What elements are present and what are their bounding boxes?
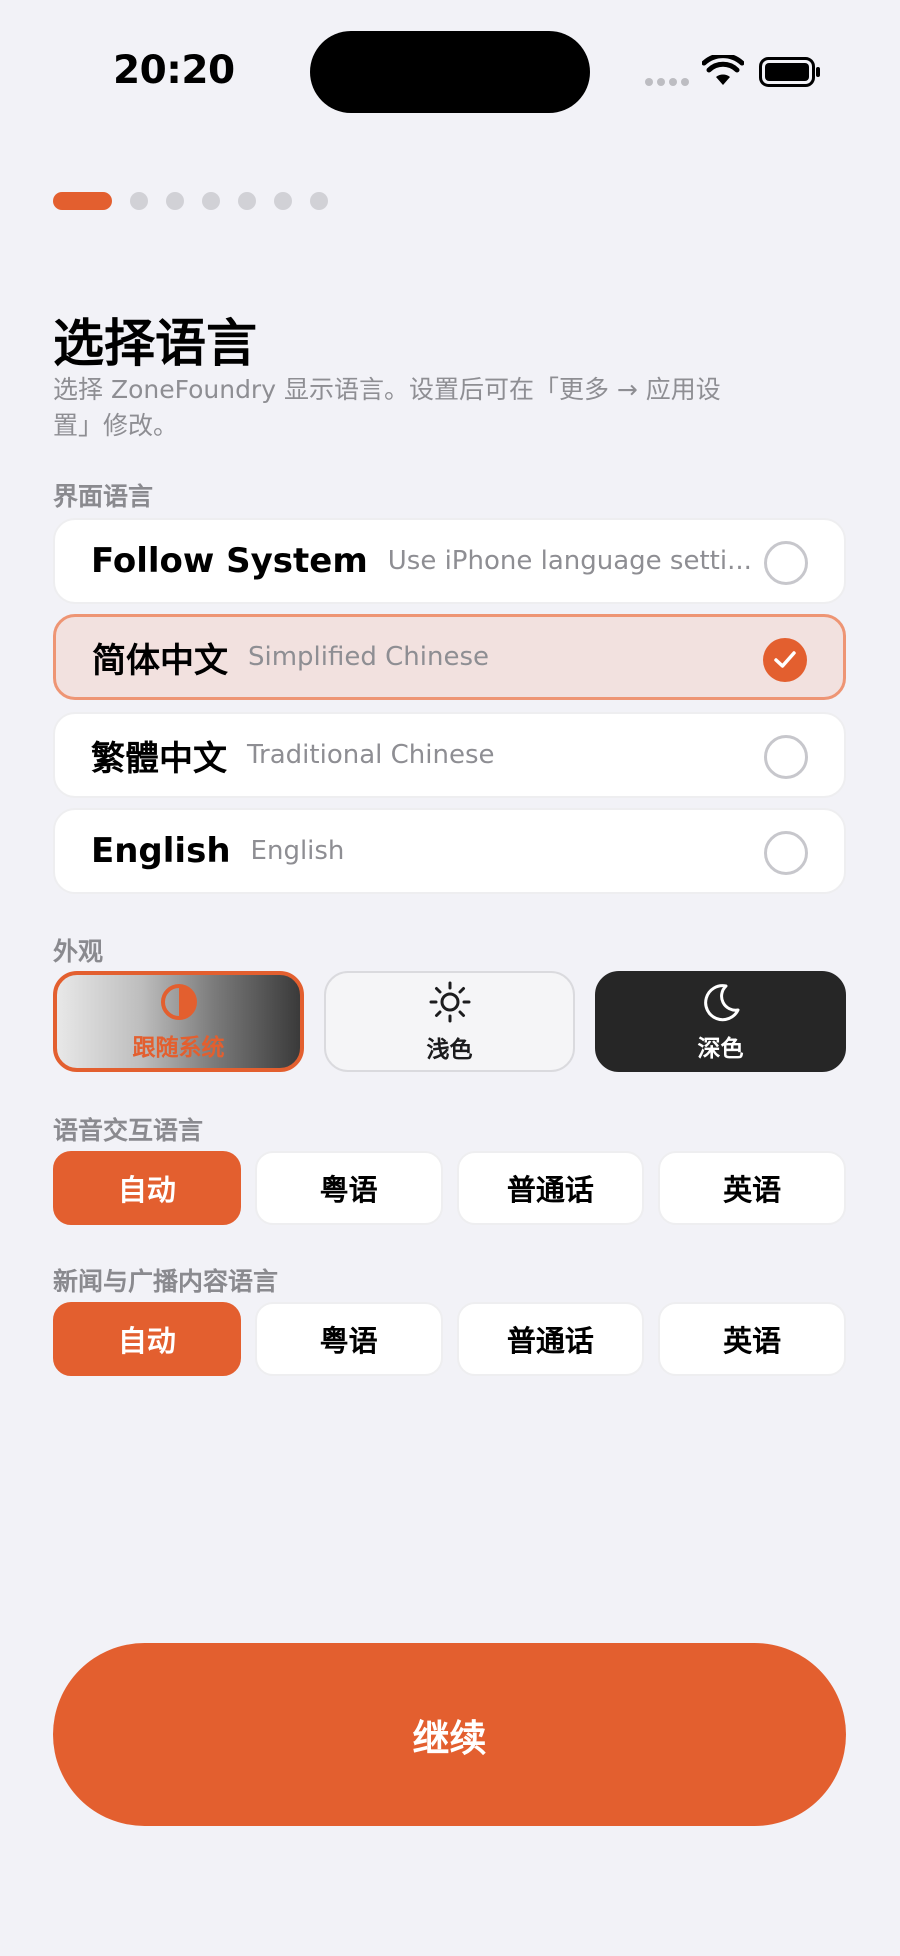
sun-icon [429,981,470,1022]
language-description: Use iPhone language setti... [387,546,752,576]
progress-dot [274,192,292,210]
language-option-traditional-chinese[interactable]: 繁體中文 Traditional Chinese [53,712,846,798]
language-description: English [250,836,345,866]
language-option-simplified-chinese[interactable]: 简体中文 Simplified Chinese [53,614,846,700]
appearance-option-label: 浅色 [426,1036,473,1063]
progress-dot [310,192,328,210]
page-subtitle: 选择 ZoneFoundry 显示语言。设置后可在「更多 → 应用设置」修改。 [53,375,721,440]
radio-unchecked-icon[interactable] [764,541,808,585]
progress-dot [238,192,256,210]
news-language-option-cantonese[interactable]: 粤语 [254,1302,443,1376]
appearance-light-button[interactable]: 浅色 [324,971,575,1072]
language-name: 简体中文 [92,640,228,681]
status-time: 20:20 [113,48,235,93]
language-option-english[interactable]: English English [53,808,846,894]
language-description: Simplified Chinese [248,642,490,672]
news-language-segmented-control: 自动 粤语 普通话 英语 [53,1302,846,1376]
voice-language-option-auto[interactable]: 自动 [53,1151,241,1225]
moon-icon [703,983,739,1021]
radio-unchecked-icon[interactable] [764,831,808,875]
voice-language-option-english[interactable]: 英语 [658,1151,846,1225]
voice-language-label: 语音交互语言 [53,1116,204,1145]
news-language-option-mandarin[interactable]: 普通话 [456,1302,645,1376]
language-option-follow-system[interactable]: Follow System Use iPhone language setti.… [53,518,846,604]
progress-dot [166,192,184,210]
interface-language-label: 界面语言 [53,482,154,511]
appearance-label: 外观 [53,937,104,966]
progress-dot-active [53,192,112,210]
progress-dot [202,192,220,210]
radio-unchecked-icon[interactable] [764,735,808,779]
news-language-option-english[interactable]: 英语 [658,1302,846,1376]
appearance-option-label: 跟随系统 [132,1034,225,1061]
wifi-icon [702,55,744,85]
progress-dot [130,192,148,210]
radio-checked-icon[interactable] [763,638,807,682]
appearance-option-label: 深色 [697,1035,744,1062]
language-name: English [91,831,231,871]
dynamic-island [310,31,590,113]
half-circle-icon [160,983,197,1020]
voice-language-option-cantonese[interactable]: 粤语 [254,1151,443,1225]
page-title: 选择语言 [53,315,258,374]
language-description: Traditional Chinese [247,740,495,770]
battery-icon [759,57,820,87]
onboarding-progress [53,192,328,210]
news-language-label: 新闻与广播内容语言 [53,1267,279,1296]
appearance-dark-button[interactable]: 深色 [595,971,846,1072]
signal-icon [645,78,689,86]
news-language-option-auto[interactable]: 自动 [53,1302,241,1376]
voice-language-segmented-control: 自动 粤语 普通话 英语 [53,1151,846,1225]
language-name: Follow System [91,541,368,581]
language-name: 繁體中文 [91,738,227,779]
continue-button[interactable]: 继续 [53,1643,846,1826]
appearance-follow-system-button[interactable]: 跟随系统 [53,971,304,1072]
voice-language-option-mandarin[interactable]: 普通话 [456,1151,645,1225]
